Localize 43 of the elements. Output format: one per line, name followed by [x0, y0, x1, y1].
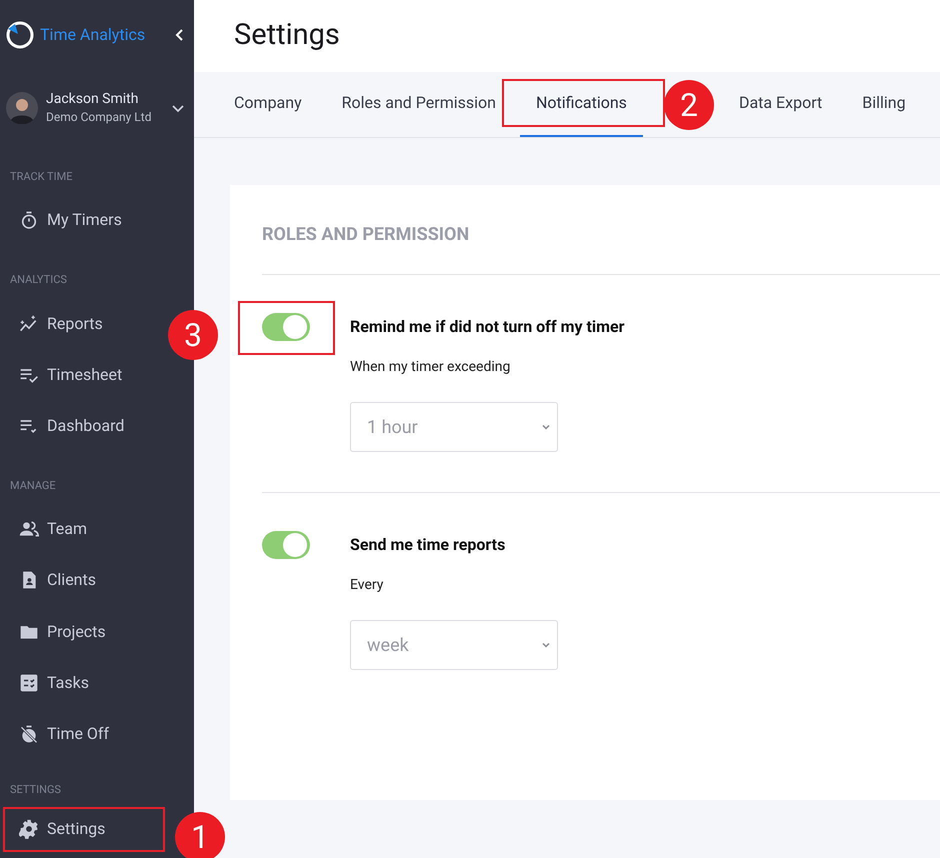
nav-item[interactable]: My Timers	[3, 197, 163, 242]
tab[interactable]: Data Export	[722, 71, 838, 137]
timer-icon	[19, 210, 39, 230]
setting-title: Send me time reports	[350, 534, 506, 556]
card-heading: ROLES AND PERMISSION	[262, 221, 940, 275]
task-board-icon	[19, 672, 39, 693]
callout-badge: 2	[664, 80, 714, 130]
field-label: Every	[350, 576, 384, 595]
tab[interactable]: Company	[218, 71, 318, 137]
chevron-down-icon	[541, 640, 551, 650]
sparkle-chart-icon	[19, 314, 39, 334]
chevron-down-icon	[541, 422, 551, 432]
setting-title: Remind me if did not turn off my timer	[350, 316, 625, 338]
nav-item[interactable]: Tasks	[3, 660, 163, 706]
people-icon	[19, 519, 39, 540]
app-name: Time Analytics	[40, 24, 146, 46]
section-header: ANALYTICS	[9, 272, 68, 288]
company-name: Demo Company Ltd	[46, 108, 152, 126]
timer-off-icon	[19, 724, 39, 744]
tab[interactable]: Notifications	[520, 71, 643, 137]
nav-item[interactable]: Settings	[3, 806, 165, 852]
field-label: When my timer exceeding	[350, 358, 512, 377]
nav-item[interactable]: Timesheet	[3, 352, 163, 398]
section-header: SETTINGS	[9, 782, 62, 798]
callout-badge: 1	[175, 812, 225, 858]
callout-badge: 3	[168, 310, 218, 360]
page-title: Settings	[234, 17, 340, 54]
logo-icon	[5, 20, 35, 50]
user-name: Jackson Smith	[46, 90, 140, 108]
nav-item[interactable]: Dashboard	[3, 403, 163, 448]
nav-item[interactable]: Team	[3, 506, 163, 552]
nav-item[interactable]: Projects	[3, 609, 163, 654]
nav-item[interactable]: Reports	[3, 300, 163, 346]
tab[interactable]: Roles and Permission	[326, 71, 512, 137]
tab[interactable]: Billing	[846, 71, 922, 137]
section-header: MANAGE	[9, 478, 57, 494]
avatar-icon[interactable]	[6, 92, 38, 124]
section-header: TRACK TIME	[9, 168, 74, 185]
nav-item[interactable]: Clients	[3, 558, 163, 604]
toggle-switch[interactable]	[262, 531, 310, 559]
settings-icon	[19, 819, 39, 840]
toggle-switch[interactable]	[262, 313, 310, 341]
nav-item[interactable]: Time Off	[3, 711, 163, 756]
